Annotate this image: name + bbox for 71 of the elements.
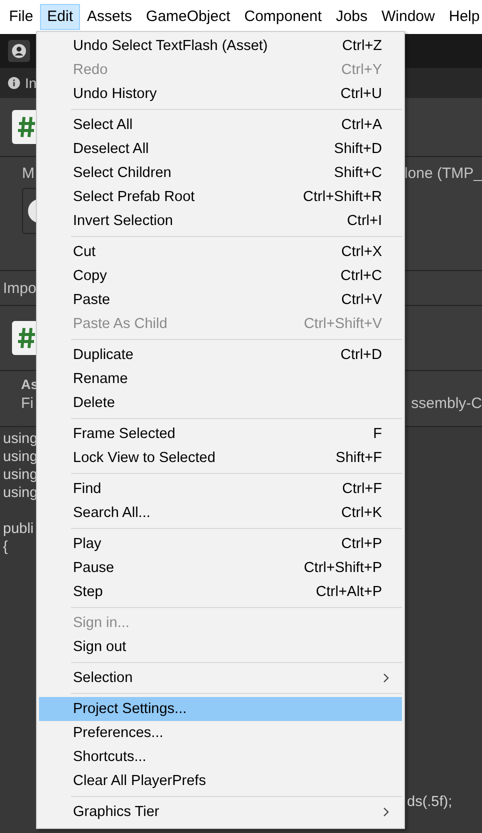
menu-bar-item[interactable]: Component bbox=[237, 4, 329, 30]
menu-item[interactable]: Copy Ctrl+C bbox=[39, 264, 402, 288]
code-line: using bbox=[3, 466, 38, 484]
menu-bar-item[interactable]: Edit bbox=[40, 4, 80, 30]
menu-item[interactable]: Search All... Ctrl+K bbox=[39, 501, 402, 525]
menu-item[interactable]: Selection bbox=[39, 666, 402, 690]
account-button[interactable] bbox=[8, 40, 30, 62]
menu-bar-item[interactable]: Help bbox=[442, 4, 482, 30]
menu-item[interactable]: Step Ctrl+Alt+P bbox=[39, 580, 402, 604]
code-line: { bbox=[3, 538, 8, 556]
code-line: ds(.5f); bbox=[407, 793, 452, 811]
shortcut-label: Ctrl+A bbox=[341, 117, 382, 133]
menu-item[interactable]: Cut Ctrl+X bbox=[39, 240, 402, 264]
menu-item[interactable]: Undo History Ctrl+U bbox=[39, 82, 402, 106]
section-label: Impo bbox=[3, 280, 36, 296]
menu-bar-item[interactable]: File bbox=[2, 4, 40, 30]
menu-bar-item[interactable]: Assets bbox=[80, 4, 140, 30]
menu-item[interactable]: Pause Ctrl+Shift+P bbox=[39, 556, 402, 580]
menu-item[interactable]: Sign out bbox=[39, 635, 402, 659]
account-icon bbox=[12, 44, 26, 58]
inspector-tab[interactable]: In bbox=[25, 75, 37, 91]
field-value: lone (TMP_ bbox=[404, 165, 482, 182]
menu-item[interactable]: Select Prefab Root Ctrl+Shift+R bbox=[39, 185, 402, 209]
menu-item[interactable]: Frame Selected F bbox=[39, 422, 402, 446]
shortcut-label: Ctrl+K bbox=[341, 505, 382, 521]
menu-item[interactable]: Select Children Shift+C bbox=[39, 161, 402, 185]
menu-item[interactable]: Shortcuts... bbox=[39, 745, 402, 769]
menu-item[interactable]: Graphics Tier bbox=[39, 800, 402, 824]
shortcut-label: Ctrl+P bbox=[341, 536, 382, 552]
menu-item[interactable]: Preferences... bbox=[39, 721, 402, 745]
menu-item[interactable]: Rename bbox=[39, 367, 402, 391]
menu-item[interactable]: Duplicate Ctrl+D bbox=[39, 343, 402, 367]
menu-item[interactable]: Paste Ctrl+V bbox=[39, 288, 402, 312]
menu-item[interactable]: Project Settings... bbox=[39, 697, 402, 721]
menu-item[interactable]: Play Ctrl+P bbox=[39, 532, 402, 556]
shortcut-label: Shift+D bbox=[334, 141, 382, 157]
shortcut-label: Shift+C bbox=[334, 165, 382, 181]
menu-item[interactable]: Invert Selection Ctrl+I bbox=[39, 209, 402, 233]
shortcut-label: Ctrl+X bbox=[341, 244, 382, 260]
code-line: using bbox=[3, 430, 38, 448]
menu-bar-item[interactable]: GameObject bbox=[139, 4, 238, 30]
code-line: using bbox=[3, 484, 38, 502]
shortcut-label: Ctrl+Z bbox=[342, 38, 382, 54]
asset-value: ssembly-C bbox=[411, 395, 482, 412]
shortcut-label: Shift+F bbox=[336, 450, 382, 466]
asset-label: Fi bbox=[21, 395, 34, 412]
code-line: publi bbox=[3, 520, 34, 538]
menu-bar-item[interactable]: Jobs bbox=[328, 4, 374, 30]
info-icon bbox=[8, 77, 20, 89]
shortcut-label: Ctrl+V bbox=[341, 292, 382, 308]
shortcut-label: Ctrl+D bbox=[340, 347, 382, 363]
field-label: M bbox=[22, 165, 34, 182]
shortcut-label: Ctrl+I bbox=[346, 213, 382, 229]
shortcut-label: Ctrl+Y bbox=[341, 62, 382, 78]
shortcut-label: Ctrl+U bbox=[340, 86, 382, 102]
shortcut-label: Ctrl+Shift+V bbox=[304, 316, 382, 332]
shortcut-label: Ctrl+C bbox=[340, 268, 382, 284]
menu-item[interactable]: Select All Ctrl+A bbox=[39, 113, 402, 137]
menu-item[interactable]: Find Ctrl+F bbox=[39, 477, 402, 501]
menu-item[interactable]: Undo Select TextFlash (Asset) Ctrl+Z bbox=[39, 34, 402, 58]
menu-item[interactable]: Delete bbox=[39, 391, 402, 415]
menu-item[interactable]: Lock View to Selected Shift+F bbox=[39, 446, 402, 470]
code-line: using bbox=[3, 448, 38, 466]
menu-item[interactable]: Clear All PlayerPrefs bbox=[39, 769, 402, 793]
shortcut-label: Ctrl+Shift+R bbox=[303, 189, 382, 205]
shortcut-label: Ctrl+F bbox=[342, 481, 382, 497]
shortcut-label: F bbox=[373, 426, 382, 442]
menu-bar-item[interactable]: Window bbox=[374, 4, 442, 30]
shortcut-label: Ctrl+Alt+P bbox=[316, 584, 382, 600]
shortcut-label: Ctrl+Shift+P bbox=[304, 560, 382, 576]
menu-item[interactable]: Deselect All Shift+D bbox=[39, 137, 402, 161]
